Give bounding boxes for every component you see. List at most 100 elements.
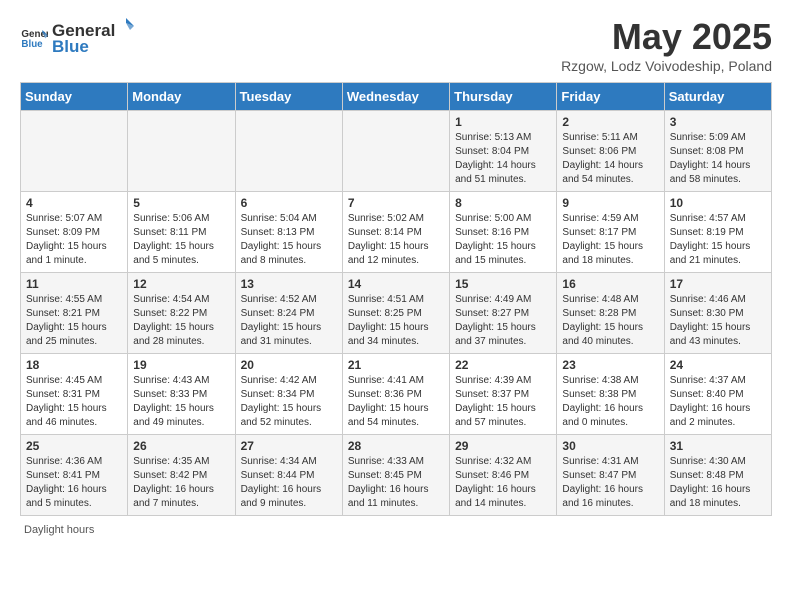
day-info: Sunrise: 4:39 AM Sunset: 8:37 PM Dayligh…	[455, 374, 551, 430]
calendar-header-sunday: Sunday	[21, 83, 128, 111]
day-info: Sunrise: 4:49 AM Sunset: 8:27 PM Dayligh…	[455, 293, 551, 349]
calendar-cell: 29 Sunrise: 4:32 AM Sunset: 8:46 PM Dayli…	[450, 435, 557, 516]
day-info: Sunrise: 4:45 AM Sunset: 8:31 PM Dayligh…	[26, 374, 122, 430]
day-number: 4	[26, 196, 122, 210]
day-number: 22	[455, 358, 551, 372]
day-info: Sunrise: 5:07 AM Sunset: 8:09 PM Dayligh…	[26, 212, 122, 268]
day-number: 2	[562, 115, 658, 129]
day-number: 3	[670, 115, 766, 129]
day-info: Sunrise: 4:46 AM Sunset: 8:30 PM Dayligh…	[670, 293, 766, 349]
calendar-week-row: 4 Sunrise: 5:07 AM Sunset: 8:09 PM Daylig…	[21, 192, 772, 273]
day-number: 23	[562, 358, 658, 372]
main-title: May 2025	[561, 16, 772, 58]
day-number: 12	[133, 277, 229, 291]
day-number: 16	[562, 277, 658, 291]
footer-text: Daylight hours	[24, 524, 94, 536]
calendar-week-row: 11 Sunrise: 4:55 AM Sunset: 8:21 PM Dayli…	[21, 273, 772, 354]
day-info: Sunrise: 4:33 AM Sunset: 8:45 PM Dayligh…	[348, 455, 444, 511]
day-info: Sunrise: 4:51 AM Sunset: 8:25 PM Dayligh…	[348, 293, 444, 349]
day-info: Sunrise: 4:55 AM Sunset: 8:21 PM Dayligh…	[26, 293, 122, 349]
calendar-cell: 24 Sunrise: 4:37 AM Sunset: 8:40 PM Dayli…	[664, 354, 771, 435]
calendar-header-saturday: Saturday	[664, 83, 771, 111]
logo-icon: General Blue	[20, 23, 48, 51]
calendar-cell: 4 Sunrise: 5:07 AM Sunset: 8:09 PM Daylig…	[21, 192, 128, 273]
title-area: May 2025 Rzgow, Lodz Voivodeship, Poland	[561, 16, 772, 74]
day-number: 15	[455, 277, 551, 291]
calendar-cell: 23Sunrise: 4:38 AM Sunset: 8:38 PM Dayli…	[557, 354, 664, 435]
calendar-cell	[21, 111, 128, 192]
calendar-header-monday: Monday	[128, 83, 235, 111]
day-info: Sunrise: 4:32 AM Sunset: 8:46 PM Dayligh…	[455, 455, 551, 511]
calendar-header-row: SundayMondayTuesdayWednesdayThursdayFrid…	[21, 83, 772, 111]
day-number: 1	[455, 115, 551, 129]
day-info: Sunrise: 4:36 AM Sunset: 8:41 PM Dayligh…	[26, 455, 122, 511]
calendar-cell: 6 Sunrise: 5:04 AM Sunset: 8:13 PM Daylig…	[235, 192, 342, 273]
calendar-cell: 7 Sunrise: 5:02 AM Sunset: 8:14 PM Daylig…	[342, 192, 449, 273]
day-info: Sunrise: 4:41 AM Sunset: 8:36 PM Dayligh…	[348, 374, 444, 430]
calendar-cell: 11 Sunrise: 4:55 AM Sunset: 8:21 PM Dayli…	[21, 273, 128, 354]
day-number: 11	[26, 277, 122, 291]
day-number: 26	[133, 439, 229, 453]
day-info: Sunrise: 4:54 AM Sunset: 8:22 PM Dayligh…	[133, 293, 229, 349]
day-info: Sunrise: 5:06 AM Sunset: 8:11 PM Dayligh…	[133, 212, 229, 268]
calendar-cell: 14 Sunrise: 4:51 AM Sunset: 8:25 PM Dayli…	[342, 273, 449, 354]
day-info: Sunrise: 4:37 AM Sunset: 8:40 PM Dayligh…	[670, 374, 766, 430]
footer: Daylight hours	[20, 524, 772, 536]
day-number: 31	[670, 439, 766, 453]
calendar-header-thursday: Thursday	[450, 83, 557, 111]
day-number: 30	[562, 439, 658, 453]
day-number: 14	[348, 277, 444, 291]
day-number: 6	[241, 196, 337, 210]
day-number: 5	[133, 196, 229, 210]
calendar-cell: 3Sunrise: 5:09 AM Sunset: 8:08 PM Daylig…	[664, 111, 771, 192]
calendar-cell	[235, 111, 342, 192]
calendar-week-row: 18 Sunrise: 4:45 AM Sunset: 8:31 PM Dayli…	[21, 354, 772, 435]
calendar-cell: 31Sunrise: 4:30 AM Sunset: 8:48 PM Dayli…	[664, 435, 771, 516]
day-info: Sunrise: 4:34 AM Sunset: 8:44 PM Dayligh…	[241, 455, 337, 511]
day-info: Sunrise: 4:35 AM Sunset: 8:42 PM Dayligh…	[133, 455, 229, 511]
calendar-cell: 5 Sunrise: 5:06 AM Sunset: 8:11 PM Daylig…	[128, 192, 235, 273]
calendar-cell: 1Sunrise: 5:13 AM Sunset: 8:04 PM Daylig…	[450, 111, 557, 192]
calendar-cell: 17Sunrise: 4:46 AM Sunset: 8:30 PM Dayli…	[664, 273, 771, 354]
calendar-cell: 30 Sunrise: 4:31 AM Sunset: 8:47 PM Dayli…	[557, 435, 664, 516]
calendar-cell: 8Sunrise: 5:00 AM Sunset: 8:16 PM Daylig…	[450, 192, 557, 273]
header: General Blue General Blue May 2025 Rzgow…	[20, 16, 772, 74]
day-info: Sunrise: 5:02 AM Sunset: 8:14 PM Dayligh…	[348, 212, 444, 268]
subtitle: Rzgow, Lodz Voivodeship, Poland	[561, 58, 772, 74]
calendar-week-row: 25 Sunrise: 4:36 AM Sunset: 8:41 PM Dayli…	[21, 435, 772, 516]
day-number: 21	[348, 358, 444, 372]
day-info: Sunrise: 4:48 AM Sunset: 8:28 PM Dayligh…	[562, 293, 658, 349]
calendar-header-friday: Friday	[557, 83, 664, 111]
day-info: Sunrise: 4:57 AM Sunset: 8:19 PM Dayligh…	[670, 212, 766, 268]
day-number: 8	[455, 196, 551, 210]
calendar-cell: 10 Sunrise: 4:57 AM Sunset: 8:19 PM Dayli…	[664, 192, 771, 273]
day-info: Sunrise: 4:42 AM Sunset: 8:34 PM Dayligh…	[241, 374, 337, 430]
day-number: 25	[26, 439, 122, 453]
day-number: 7	[348, 196, 444, 210]
calendar-cell	[128, 111, 235, 192]
day-number: 29	[455, 439, 551, 453]
calendar-cell: 20 Sunrise: 4:42 AM Sunset: 8:34 PM Dayli…	[235, 354, 342, 435]
svg-text:Blue: Blue	[21, 38, 43, 49]
calendar-cell: 18 Sunrise: 4:45 AM Sunset: 8:31 PM Dayli…	[21, 354, 128, 435]
day-number: 24	[670, 358, 766, 372]
day-info: Sunrise: 5:04 AM Sunset: 8:13 PM Dayligh…	[241, 212, 337, 268]
calendar-header-tuesday: Tuesday	[235, 83, 342, 111]
day-info: Sunrise: 5:11 AM Sunset: 8:06 PM Dayligh…	[562, 131, 658, 187]
day-number: 27	[241, 439, 337, 453]
logo: General Blue General Blue	[20, 16, 137, 57]
calendar-cell: 16 Sunrise: 4:48 AM Sunset: 8:28 PM Dayli…	[557, 273, 664, 354]
calendar-cell: 12 Sunrise: 4:54 AM Sunset: 8:22 PM Dayli…	[128, 273, 235, 354]
day-number: 19	[133, 358, 229, 372]
day-number: 13	[241, 277, 337, 291]
calendar-cell	[342, 111, 449, 192]
day-number: 18	[26, 358, 122, 372]
day-number: 20	[241, 358, 337, 372]
day-info: Sunrise: 4:52 AM Sunset: 8:24 PM Dayligh…	[241, 293, 337, 349]
day-number: 10	[670, 196, 766, 210]
calendar-cell: 21 Sunrise: 4:41 AM Sunset: 8:36 PM Dayli…	[342, 354, 449, 435]
day-number: 28	[348, 439, 444, 453]
day-info: Sunrise: 4:31 AM Sunset: 8:47 PM Dayligh…	[562, 455, 658, 511]
calendar-header-wednesday: Wednesday	[342, 83, 449, 111]
calendar-cell: 15 Sunrise: 4:49 AM Sunset: 8:27 PM Dayli…	[450, 273, 557, 354]
